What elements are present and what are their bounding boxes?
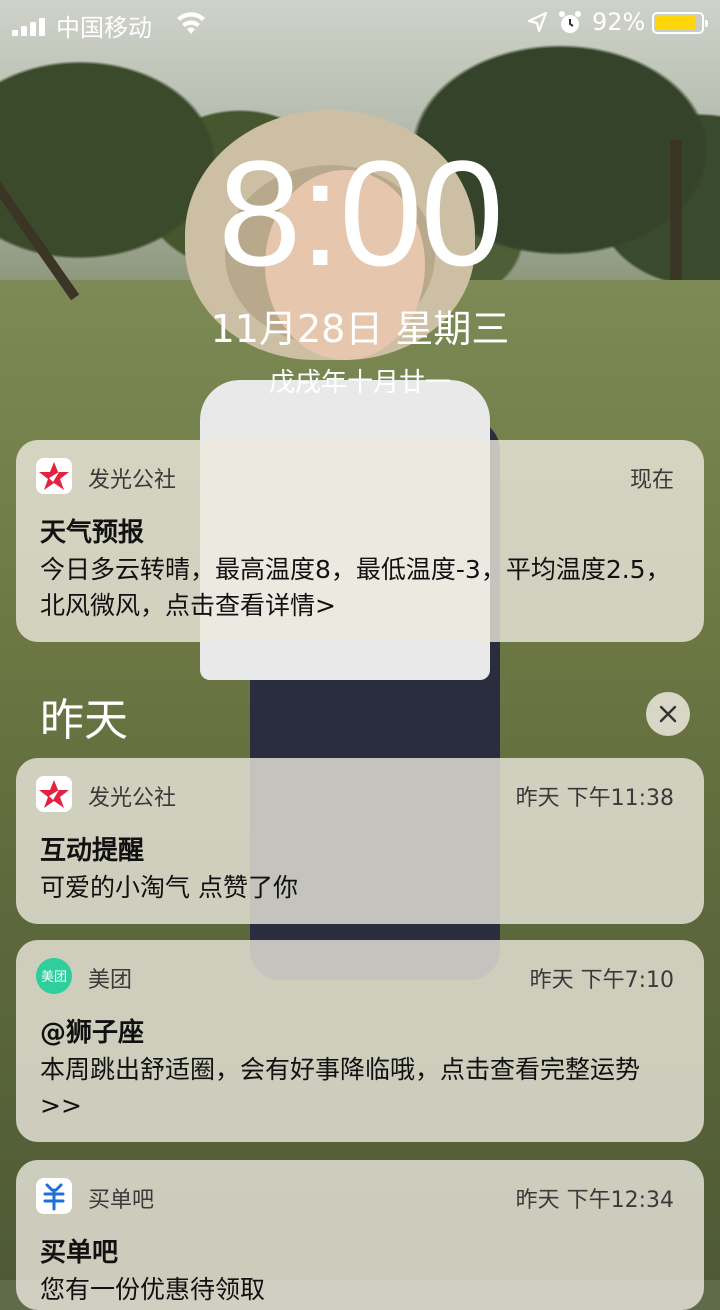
battery-percent: 92% (592, 8, 646, 36)
notification-app-name: 买单吧 (88, 1188, 155, 1213)
notification-body: 可爱的小淘气 点赞了你 (40, 873, 298, 902)
notification-title: 互动提醒 (40, 836, 145, 866)
clear-notifications-button[interactable] (646, 692, 690, 736)
carrier-name: 中国移动 (56, 14, 152, 42)
star-app-icon (36, 458, 72, 494)
notification-card[interactable]: 发光公社 现在 天气预报 今日多云转晴，最高温度8，最低温度-3，平均温度2.5… (16, 440, 704, 642)
svg-text:美团: 美团 (41, 970, 67, 985)
lock-date: 11月28日 星期三 (210, 307, 510, 351)
notification-app-name: 美团 (88, 968, 133, 993)
notification-body: 本周跳出舒适圈，会有好事降临哦，点击查看完整运势>> (40, 1055, 641, 1120)
wifi-icon (177, 12, 205, 34)
notification-body: 您有一份优惠待领取 (40, 1275, 266, 1304)
notification-title: @狮子座 (40, 1018, 145, 1048)
alarm-icon (559, 11, 581, 33)
notification-time: 现在 (629, 468, 674, 493)
meituan-app-icon: 美团 (36, 958, 72, 994)
notification-title: 买单吧 (40, 1238, 119, 1268)
star-app-icon (36, 776, 72, 812)
notification-time: 昨天 下午7:10 (529, 968, 674, 993)
battery-icon (652, 12, 708, 34)
notification-app-name: 发光公社 (88, 786, 177, 811)
location-icon (527, 11, 548, 33)
notification-card[interactable]: 买单吧 昨天 下午12:34 买单吧 您有一份优惠待领取 (16, 1160, 704, 1310)
section-header-yesterday: 昨天 (40, 695, 128, 746)
maidanba-app-icon (36, 1178, 72, 1214)
notification-card[interactable]: 发光公社 昨天 下午11:38 互动提醒 可爱的小淘气 点赞了你 (16, 758, 704, 924)
notification-time: 昨天 下午12:34 (515, 1188, 674, 1213)
notification-card[interactable]: 美团 美团 昨天 下午7:10 @狮子座 本周跳出舒适圈，会有好事降临哦，点击查… (16, 940, 704, 1142)
lunar-date: 戊戌年十月廿一 (268, 368, 451, 398)
notification-title: 天气预报 (40, 518, 145, 548)
lock-time: 8:00 (218, 129, 504, 297)
notification-body: 今日多云转晴，最高温度8，最低温度-3，平均温度2.5，北风微风，点击查看详情> (40, 555, 671, 620)
notification-app-name: 发光公社 (88, 468, 177, 493)
status-bar: 中国移动 92% (0, 0, 720, 48)
notification-time: 昨天 下午11:38 (515, 786, 674, 811)
close-icon (659, 705, 677, 723)
